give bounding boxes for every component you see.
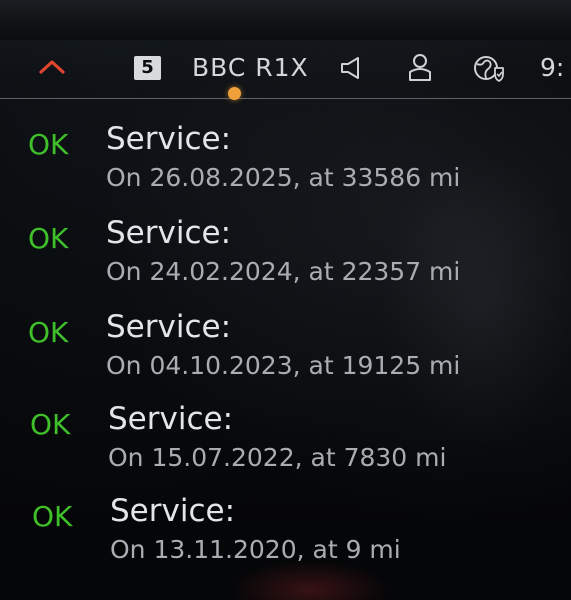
speaker-button[interactable] — [336, 52, 370, 84]
user-profile-icon — [409, 54, 431, 81]
service-title: Service: — [110, 493, 236, 529]
service-entry[interactable]: OK Service: On 04.10.2023, at 19125 mi — [28, 308, 548, 398]
infotainment-screen: 5 BBC R1X 9: OK Service: On 26.08.2025, … — [0, 0, 571, 600]
status-ok-label: OK — [32, 500, 73, 533]
service-title: Service: — [106, 121, 232, 157]
clock: 9: — [540, 53, 565, 82]
focus-indicator — [228, 87, 241, 100]
service-detail: On 26.08.2025, at 33586 mi — [106, 163, 461, 192]
service-entry[interactable]: OK Service: On 15.07.2022, at 7830 mi — [30, 400, 550, 490]
screen-bezel — [0, 0, 571, 40]
service-entry[interactable]: OK Service: On 26.08.2025, at 33586 mi — [28, 120, 548, 210]
connectivity-button[interactable] — [470, 52, 510, 86]
globe-shield-icon — [474, 56, 504, 82]
radio-station-name[interactable]: BBC R1X — [192, 52, 309, 84]
service-entry[interactable]: OK Service: On 24.02.2024, at 22357 mi — [28, 214, 548, 304]
ambient-glow — [230, 560, 390, 600]
status-ok-label: OK — [28, 128, 69, 161]
profile-button[interactable] — [402, 50, 438, 86]
speaker-icon — [341, 57, 359, 79]
service-detail: On 04.10.2023, at 19125 mi — [106, 351, 461, 380]
preset-number-badge[interactable]: 5 — [134, 56, 161, 80]
collapse-button[interactable] — [30, 52, 74, 80]
status-bar-divider — [0, 98, 571, 99]
status-ok-label: OK — [30, 408, 71, 441]
service-title: Service: — [106, 215, 232, 251]
service-detail: On 24.02.2024, at 22357 mi — [106, 257, 461, 286]
service-detail: On 15.07.2022, at 7830 mi — [108, 443, 447, 472]
chevron-up-icon — [39, 60, 65, 74]
status-ok-label: OK — [28, 316, 69, 349]
service-title: Service: — [108, 401, 234, 437]
status-ok-label: OK — [28, 222, 69, 255]
service-title: Service: — [106, 309, 232, 345]
